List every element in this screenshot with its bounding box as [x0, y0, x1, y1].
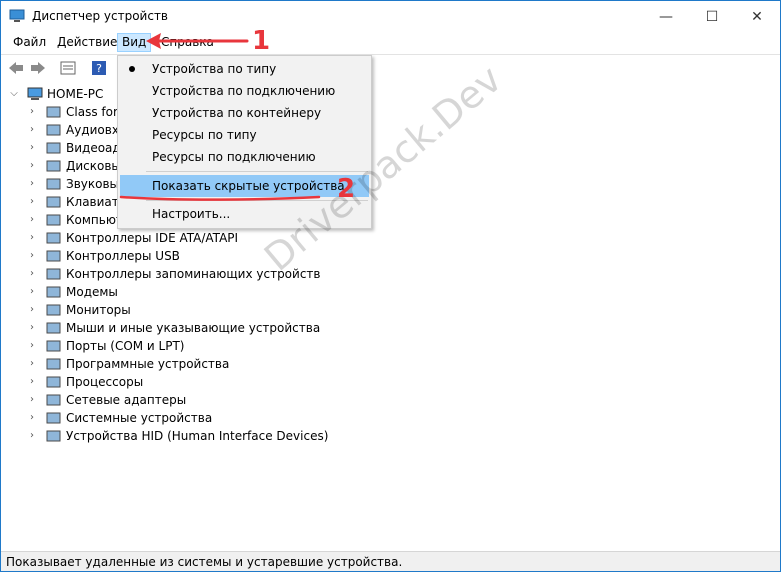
- annotation-arrow-1: [146, 33, 249, 49]
- annotation-underline-2: [119, 195, 321, 201]
- annotation-overlay: [119, 33, 321, 201]
- annotation-number-2: 2: [337, 174, 356, 204]
- device-manager-window: Диспетчер устройств — ☐ ✕ Файл Действие …: [0, 0, 781, 572]
- annotation-number-1: 1: [252, 26, 271, 56]
